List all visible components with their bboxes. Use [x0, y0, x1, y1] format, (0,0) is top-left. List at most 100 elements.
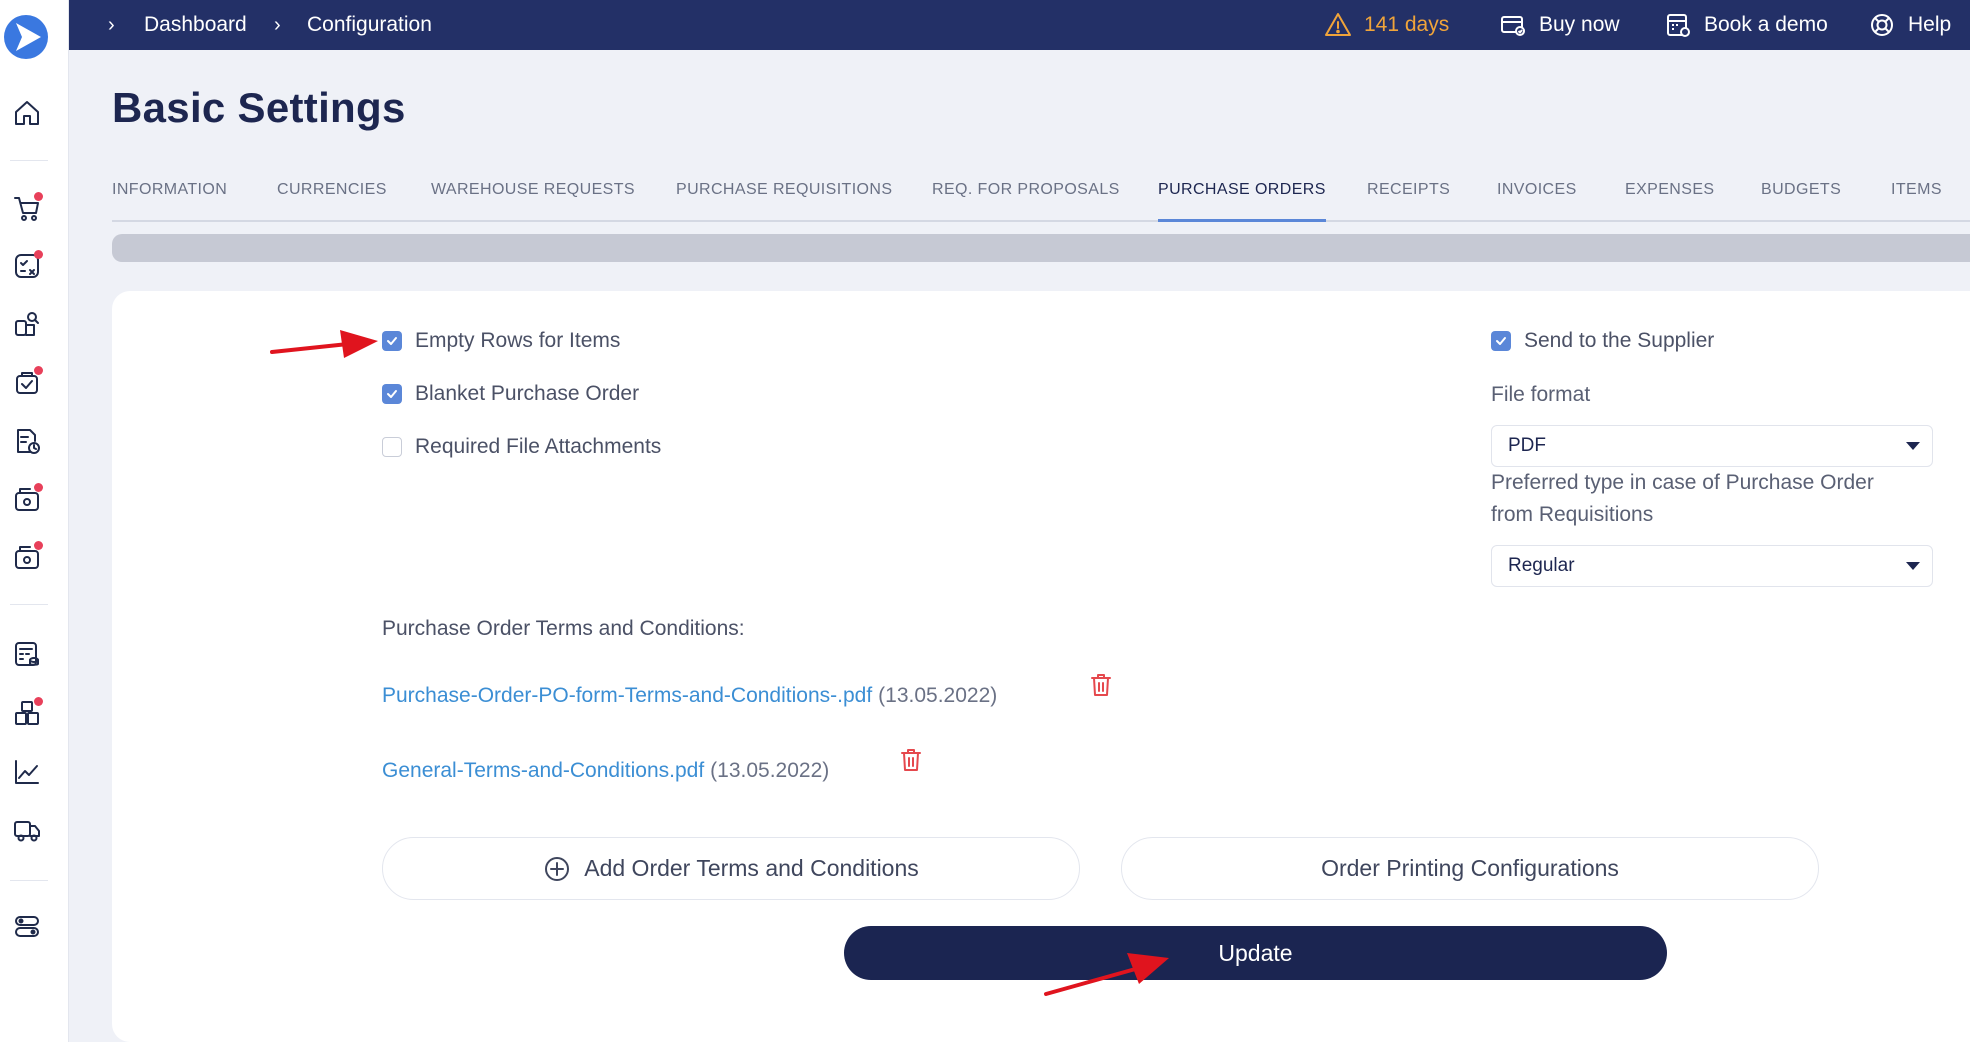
requests-icon[interactable]	[11, 250, 43, 282]
analytics-chart-icon[interactable]	[11, 756, 43, 788]
add-terms-button[interactable]: Add Order Terms and Conditions	[382, 837, 1080, 900]
tab-purchase-orders[interactable]: PURCHASE ORDERS	[1158, 180, 1326, 222]
required-files-checkbox[interactable]	[382, 437, 402, 457]
tab-items[interactable]: ITEMS	[1891, 180, 1942, 220]
settings-tabs: INFORMATION CURRENCIES WAREHOUSE REQUEST…	[112, 170, 1970, 222]
buy-now-label: Buy now	[1539, 13, 1620, 36]
printing-config-label: Order Printing Configurations	[1321, 855, 1619, 881]
invoice-folder-icon[interactable]	[11, 541, 43, 573]
help-label: Help	[1908, 13, 1952, 36]
supplier-search-icon[interactable]	[11, 308, 43, 340]
notification-dot	[34, 366, 43, 375]
plus-circle-icon	[545, 856, 570, 881]
help-button[interactable]: Help	[1868, 10, 1951, 40]
notification-dot	[34, 192, 43, 201]
buy-now-button[interactable]: Buy now	[1499, 10, 1620, 40]
preferred-type-label-line1: Preferred type in case of Purchase Order	[1491, 471, 1874, 494]
tab-expenses[interactable]: EXPENSES	[1625, 180, 1714, 220]
file-format-value: PDF	[1508, 435, 1546, 456]
notification-dot	[34, 697, 43, 706]
notification-dot	[34, 541, 43, 550]
terms-file-link[interactable]: Purchase-Order-PO-form-Terms-and-Conditi…	[382, 684, 872, 708]
notification-dot	[34, 250, 43, 259]
preferred-type-value: Regular	[1508, 555, 1575, 576]
blanket-po-checkbox[interactable]	[382, 384, 402, 404]
required-files-option[interactable]: Required File Attachments	[382, 435, 661, 459]
tab-currencies[interactable]: CURRENCIES	[277, 180, 387, 220]
breadcrumb-chevron-icon: ›	[108, 14, 115, 36]
inventory-boxes-icon[interactable]	[11, 697, 43, 729]
delete-file-button[interactable]	[1090, 673, 1112, 697]
empty-rows-label: Empty Rows for Items	[415, 329, 621, 352]
tab-information[interactable]: INFORMATION	[112, 180, 227, 220]
settings-toggle-icon[interactable]	[11, 910, 43, 942]
delivery-truck-icon[interactable]	[11, 814, 43, 846]
sidebar	[0, 0, 69, 1042]
blanket-po-option[interactable]: Blanket Purchase Order	[382, 382, 639, 406]
update-button[interactable]: Update	[844, 926, 1667, 980]
top-bar: › Dashboard › Configuration 141 days Buy…	[69, 0, 1970, 50]
required-files-label: Required File Attachments	[415, 435, 662, 458]
trash-icon	[901, 749, 921, 771]
terms-section-label: Purchase Order Terms and Conditions:	[382, 617, 745, 640]
trash-icon	[1091, 674, 1111, 696]
preferred-type-label: Preferred type in case of Purchase Order…	[1491, 467, 1874, 531]
lifebuoy-icon	[1871, 14, 1893, 36]
terms-file-date: (13.05.2022)	[878, 684, 998, 707]
tab-invoices[interactable]: INVOICES	[1497, 180, 1577, 220]
send-supplier-label: Send to the Supplier	[1524, 329, 1715, 352]
document-clock-icon[interactable]	[11, 425, 43, 457]
loading-bar	[112, 234, 1970, 262]
approval-bag-icon[interactable]	[11, 366, 43, 398]
annotation-arrow-icon	[1044, 953, 1169, 996]
app-logo[interactable]	[3, 14, 49, 60]
payment-folder-icon[interactable]	[11, 483, 43, 515]
sidebar-divider	[10, 160, 48, 161]
trial-days-text: 141 days	[1364, 13, 1450, 36]
terms-file-date: (13.05.2022)	[710, 759, 830, 782]
terms-file-row: General-Terms-and-Conditions.pdf (13.05.…	[382, 759, 829, 783]
check-icon	[1496, 337, 1506, 345]
preferred-type-select[interactable]: Regular	[1491, 545, 1933, 587]
page-title: Basic Settings	[112, 84, 406, 131]
credit-card-icon	[1501, 16, 1525, 36]
trial-remaining-badge[interactable]: 141 days	[1324, 10, 1449, 40]
printing-config-button[interactable]: Order Printing Configurations	[1121, 837, 1819, 900]
tab-receipts[interactable]: RECEIPTS	[1367, 180, 1450, 220]
tab-warehouse-requests[interactable]: WAREHOUSE REQUESTS	[431, 180, 635, 220]
delete-file-button[interactable]	[900, 748, 922, 772]
empty-rows-option[interactable]: Empty Rows for Items	[382, 329, 620, 353]
file-format-label: File format	[1491, 383, 1591, 406]
terms-file-row: Purchase-Order-PO-form-Terms-and-Conditi…	[382, 684, 997, 708]
book-demo-button[interactable]: Book a demo	[1664, 10, 1828, 40]
sidebar-divider	[10, 604, 48, 605]
book-demo-label: Book a demo	[1704, 13, 1828, 36]
check-icon	[387, 337, 397, 345]
sidebar-divider	[10, 880, 48, 881]
check-icon	[387, 390, 397, 398]
calendar-icon	[1667, 14, 1690, 37]
empty-rows-checkbox[interactable]	[382, 331, 402, 351]
budget-calculator-icon[interactable]	[11, 638, 43, 670]
tab-budgets[interactable]: BUDGETS	[1761, 180, 1841, 220]
tab-purchase-requisitions[interactable]: PURCHASE REQUISITIONS	[676, 180, 892, 220]
send-supplier-option[interactable]: Send to the Supplier	[1491, 329, 1714, 353]
add-terms-label: Add Order Terms and Conditions	[584, 855, 919, 881]
update-label: Update	[1218, 939, 1293, 966]
notification-dot	[34, 483, 43, 492]
warning-icon	[1325, 13, 1351, 36]
preferred-type-label-line2: from Requisitions	[1491, 503, 1654, 526]
home-icon[interactable]	[11, 97, 43, 129]
breadcrumb-configuration[interactable]: Configuration	[307, 12, 432, 38]
breadcrumb-dashboard[interactable]: Dashboard	[144, 12, 247, 38]
tab-req-for-proposals[interactable]: REQ. FOR PROPOSALS	[932, 180, 1120, 220]
breadcrumb-chevron-icon: ›	[274, 14, 281, 36]
caret-down-icon	[1906, 562, 1920, 570]
send-supplier-checkbox[interactable]	[1491, 331, 1511, 351]
terms-file-link[interactable]: General-Terms-and-Conditions.pdf	[382, 759, 704, 783]
blanket-po-label: Blanket Purchase Order	[415, 382, 640, 405]
annotation-arrow-icon	[270, 330, 378, 358]
file-format-select[interactable]: PDF	[1491, 425, 1933, 467]
caret-down-icon	[1906, 442, 1920, 450]
cart-icon[interactable]	[11, 192, 43, 224]
